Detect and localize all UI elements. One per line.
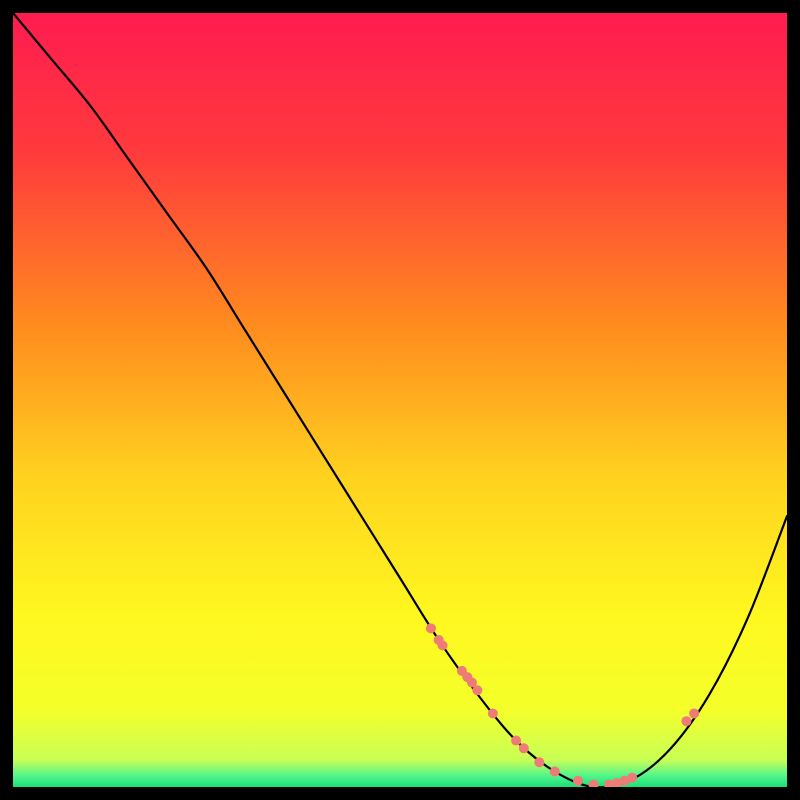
sample-point (573, 776, 583, 786)
sample-point (534, 757, 544, 767)
sample-point (488, 708, 498, 718)
sample-point (550, 767, 560, 777)
sample-point (689, 708, 699, 718)
sample-point (426, 623, 436, 633)
sample-point (472, 685, 482, 695)
sample-point (627, 773, 637, 783)
gradient-background (13, 13, 787, 787)
chart-svg (13, 13, 787, 787)
sample-point (511, 736, 521, 746)
chart-frame: TheBottleneck.com (13, 13, 787, 787)
sample-point (519, 743, 529, 753)
sample-point (681, 716, 691, 726)
sample-point (438, 640, 448, 650)
